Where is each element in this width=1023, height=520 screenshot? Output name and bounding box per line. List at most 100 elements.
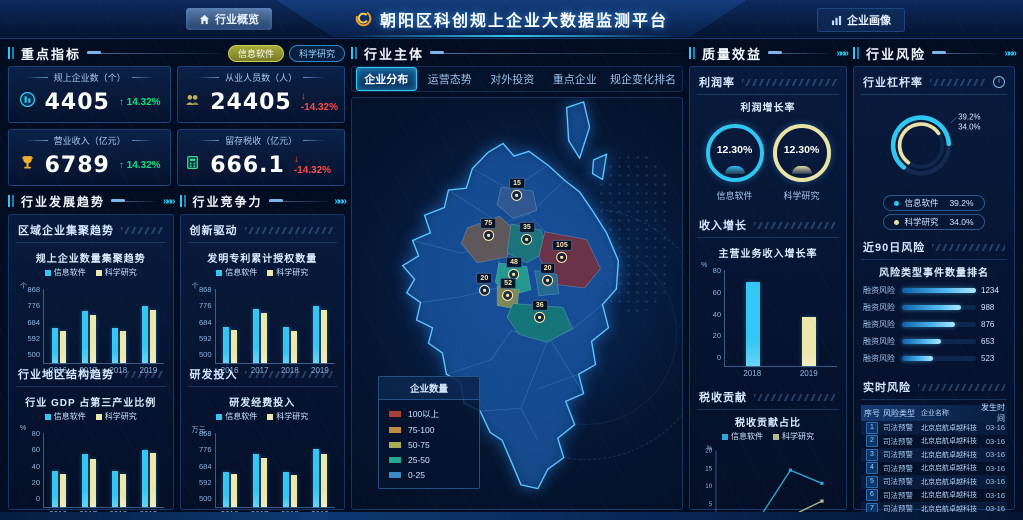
gauge-label: 科学研究 xyxy=(783,189,819,202)
tab-2[interactable]: 运营态势 xyxy=(421,68,480,90)
nav-enterprise-portrait[interactable]: 企业画像 xyxy=(817,8,905,32)
plot-area xyxy=(215,433,336,508)
bar-group xyxy=(277,433,303,507)
hatch-decoration xyxy=(121,371,164,378)
marker-value: 52 xyxy=(500,277,516,288)
axis-tick: 0 xyxy=(717,353,721,362)
chart-legend: 信息软件科学研究 xyxy=(190,267,336,278)
legend-label: 信息软件 xyxy=(225,411,257,422)
hatch-decoration xyxy=(121,227,164,234)
bar-group xyxy=(136,433,162,507)
axis-tick: 60 xyxy=(713,288,721,297)
tab-4[interactable]: 重点企业 xyxy=(546,68,605,90)
subsection-title: 研发投入 xyxy=(190,366,238,382)
section-marker-icon xyxy=(351,47,358,59)
tab-3[interactable]: 对外投资 xyxy=(483,68,542,90)
industry-body-tabs: 企业分布运营态势对外投资重点企业规企变化排名 xyxy=(351,66,683,92)
bar xyxy=(253,454,259,507)
more-arrow-icon[interactable]: »»» xyxy=(1004,48,1015,59)
marker-value: 48 xyxy=(506,257,522,268)
map-marker-8[interactable]: 52 xyxy=(500,277,516,300)
row-index: 2 xyxy=(861,435,883,447)
map-marker-2[interactable]: 75 xyxy=(480,218,496,241)
subsection-1: 创新驱动发明专利累计授权数量信息软件科学研究个86877668459250020… xyxy=(188,217,338,361)
more-arrow-icon[interactable]: »»» xyxy=(163,196,174,207)
table-row-2[interactable]: 2司法预警北京启航卓越科技有限公司03-16 xyxy=(861,435,1007,449)
stat-card-label: 营业收入（亿元） xyxy=(15,134,164,147)
map-marker-4[interactable]: 105 xyxy=(552,240,572,263)
table-row-4[interactable]: 4司法预警北京启航卓越科技有限公司03-16 xyxy=(861,462,1007,476)
table-header-cell: 企业名称 xyxy=(921,408,977,418)
section-title: 行业竞争力 xyxy=(193,193,263,210)
tab-1[interactable]: 企业分布 xyxy=(356,67,417,91)
stat-card-main: 6789↑ 14.32% xyxy=(15,147,164,183)
legend-swatch xyxy=(267,414,273,420)
axis-tick: 592 xyxy=(27,334,40,343)
leverage-gauge: 39.2%34.0% xyxy=(861,99,1007,193)
table-row-5[interactable]: 5司法预警北京启航卓越科技有限公司03-16 xyxy=(861,475,1007,489)
legend-label: 科学研究 xyxy=(276,267,308,278)
rank-bar-fill xyxy=(902,339,941,344)
subsection-2: 研发投入研发经费投入信息软件科学研究万元86877668459250020162… xyxy=(188,361,338,505)
legend-label: 0-25 xyxy=(408,470,425,480)
axis-tick: 776 xyxy=(27,301,40,310)
development-trend-column: 行业发展趋势 »»» 区域企业集聚趋势规上企业数量集聚趋势信息软件科学研究个86… xyxy=(8,192,174,510)
hatch-decoration xyxy=(918,384,1005,391)
realtime-risk-table: 序号风险类型企业名称发生时间1司法预警北京启航卓越科技有限公司03-162司法预… xyxy=(861,405,1007,520)
rank-bar-label: 融资风险 xyxy=(863,302,897,313)
index-badge: 2 xyxy=(866,435,878,447)
chart-rnd_invest: 研发经费投入信息软件科学研究万元868776684592500201620172… xyxy=(188,387,338,519)
table-row-3[interactable]: 3司法预警北京启航卓越科技有限公司03-16 xyxy=(861,448,1007,462)
axis-tick: 868 xyxy=(199,429,212,438)
tab-5[interactable]: 规企变化排名 xyxy=(608,68,678,90)
legend-swatch xyxy=(45,270,51,276)
legend-swatch xyxy=(389,411,401,417)
section-divider xyxy=(87,53,222,54)
svg-text:10: 10 xyxy=(705,483,712,490)
section-title: 质量效益 xyxy=(702,44,762,63)
bar xyxy=(112,328,118,363)
time-cell: 03-16 xyxy=(977,491,1007,500)
chart-body: %806040200 xyxy=(20,433,164,508)
industry-tag-2[interactable]: 科学研究 xyxy=(289,45,345,62)
svg-text:5: 5 xyxy=(709,501,713,508)
map-marker-6[interactable]: 20 xyxy=(540,263,556,286)
y-axis: 868776684592500 xyxy=(192,285,212,359)
index-badge: 6 xyxy=(866,489,878,501)
svg-text:39.2%: 39.2% xyxy=(958,112,980,121)
industry-tag-1[interactable]: 信息软件 xyxy=(228,45,284,62)
map-marker-1[interactable]: 15 xyxy=(509,178,525,201)
subsection-title: 实时风险 xyxy=(863,379,911,395)
bar xyxy=(321,310,327,363)
industry-tags: 信息软件科学研究 xyxy=(228,45,345,62)
gauge-ring: 12.30% xyxy=(706,124,764,182)
stat-card-label: 规上企业数（个） xyxy=(15,71,164,84)
chart-enterprise_agglomeration: 规上企业数量集聚趋势信息软件科学研究个868776684592500201620… xyxy=(16,243,166,375)
more-arrow-icon[interactable]: »»» xyxy=(334,196,345,207)
rank-bar-track xyxy=(902,288,976,293)
chart-legend: 信息软件科学研究 xyxy=(697,431,839,442)
section-marker-icon xyxy=(180,195,187,207)
time-cell: 03-16 xyxy=(977,423,1007,432)
more-arrow-icon[interactable]: »»» xyxy=(836,48,847,59)
rank-bar-row: 融资风险1234 xyxy=(863,285,1005,296)
table-row-1[interactable]: 1司法预警北京启航卓越科技有限公司03-16 xyxy=(861,421,1007,435)
bar xyxy=(231,330,237,363)
nav-industry-overview[interactable]: 行业概览 xyxy=(186,8,272,30)
table-row-6[interactable]: 6司法预警北京启航卓越科技有限公司03-16 xyxy=(861,489,1007,503)
axis-tick: 684 xyxy=(199,462,212,471)
subsection-title: 收入增长 xyxy=(699,217,747,233)
table-header-row: 序号风险类型企业名称发生时间 xyxy=(861,405,1007,421)
map-marker-7[interactable]: 20 xyxy=(476,272,492,295)
info-icon[interactable]: i xyxy=(993,76,1005,88)
marker-value: 36 xyxy=(532,300,548,311)
legend-label: 75-100 xyxy=(408,425,434,435)
bar-group xyxy=(76,433,102,507)
chart-body: 万元868776684592500 xyxy=(192,433,336,508)
stat-card-main: 4405↑ 14.32% xyxy=(15,84,164,120)
section-title: 行业主体 xyxy=(364,44,424,63)
x-axis: 20182019 xyxy=(724,369,837,378)
axis-tick: 500 xyxy=(199,494,212,503)
map-marker-3[interactable]: 35 xyxy=(519,222,535,245)
map-marker-9[interactable]: 36 xyxy=(532,300,548,323)
